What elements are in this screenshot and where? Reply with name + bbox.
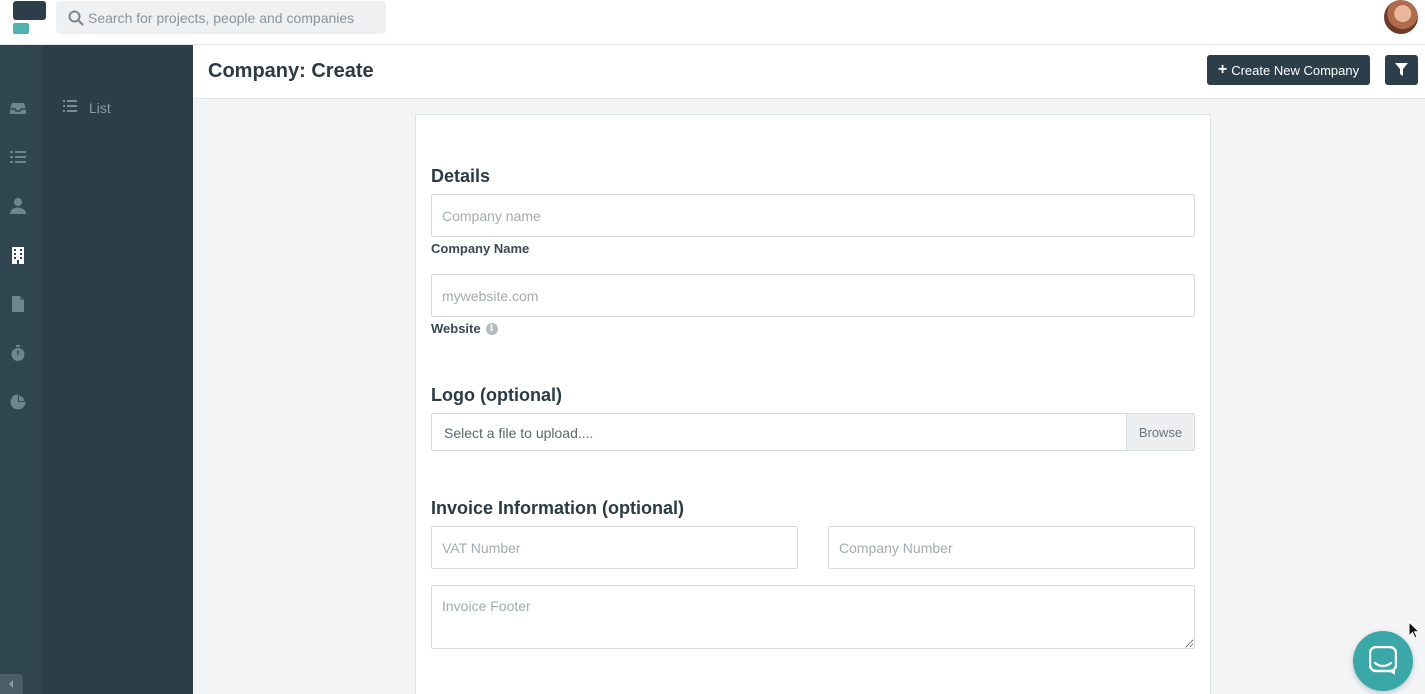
- search-box[interactable]: [56, 1, 386, 34]
- mouse-cursor-icon: [1408, 620, 1421, 644]
- collapse-sidebar-button[interactable]: [0, 674, 23, 694]
- subnav-item-label: List: [89, 100, 111, 116]
- company-form-card: Details Company Name Website i Logo (opt…: [415, 114, 1211, 694]
- subnav-item-list[interactable]: List: [63, 98, 173, 118]
- invoice-section-title: Invoice Information (optional): [431, 498, 684, 518]
- logo-section-title: Logo (optional): [431, 385, 562, 405]
- company-number-input[interactable]: [828, 526, 1195, 569]
- create-button-label: Create New Company: [1231, 62, 1360, 78]
- company-name-input[interactable]: [431, 194, 1195, 237]
- file-upload-text: Select a file to upload....: [444, 425, 594, 441]
- inbox-icon[interactable]: [9, 99, 27, 117]
- invoice-footer-textarea[interactable]: [431, 585, 1195, 649]
- create-new-company-button[interactable]: + Create New Company: [1207, 55, 1370, 85]
- icon-rail: [0, 45, 43, 694]
- page-header: Company: Create + Create New Company: [193, 45, 1425, 99]
- sub-navigation: List: [43, 45, 193, 694]
- logo-file-upload[interactable]: Select a file to upload.... Browse: [431, 413, 1195, 451]
- building-icon[interactable]: [9, 246, 27, 264]
- page-title: Company: Create: [208, 60, 374, 82]
- list-icon[interactable]: [9, 148, 27, 166]
- stopwatch-icon[interactable]: [9, 344, 27, 362]
- browse-button[interactable]: Browse: [1126, 414, 1194, 450]
- pie-chart-icon[interactable]: [9, 393, 27, 411]
- company-name-label: Company Name: [431, 241, 530, 256]
- search-icon: [68, 10, 84, 26]
- user-avatar[interactable]: [1384, 0, 1418, 34]
- plus-icon: +: [1217, 61, 1228, 78]
- search-input[interactable]: [88, 1, 378, 34]
- website-label: Website i: [431, 321, 498, 336]
- website-input[interactable]: [431, 274, 1195, 317]
- document-icon[interactable]: [9, 295, 27, 313]
- details-section-title: Details: [431, 166, 491, 186]
- list-icon: [63, 99, 77, 117]
- user-icon[interactable]: [9, 197, 27, 215]
- vat-number-input[interactable]: [431, 526, 798, 569]
- filter-button[interactable]: [1385, 55, 1418, 85]
- chat-launcher-button[interactable]: [1353, 631, 1413, 691]
- top-bar: [0, 0, 1425, 45]
- app-logo[interactable]: [13, 1, 47, 35]
- info-icon[interactable]: i: [485, 322, 498, 335]
